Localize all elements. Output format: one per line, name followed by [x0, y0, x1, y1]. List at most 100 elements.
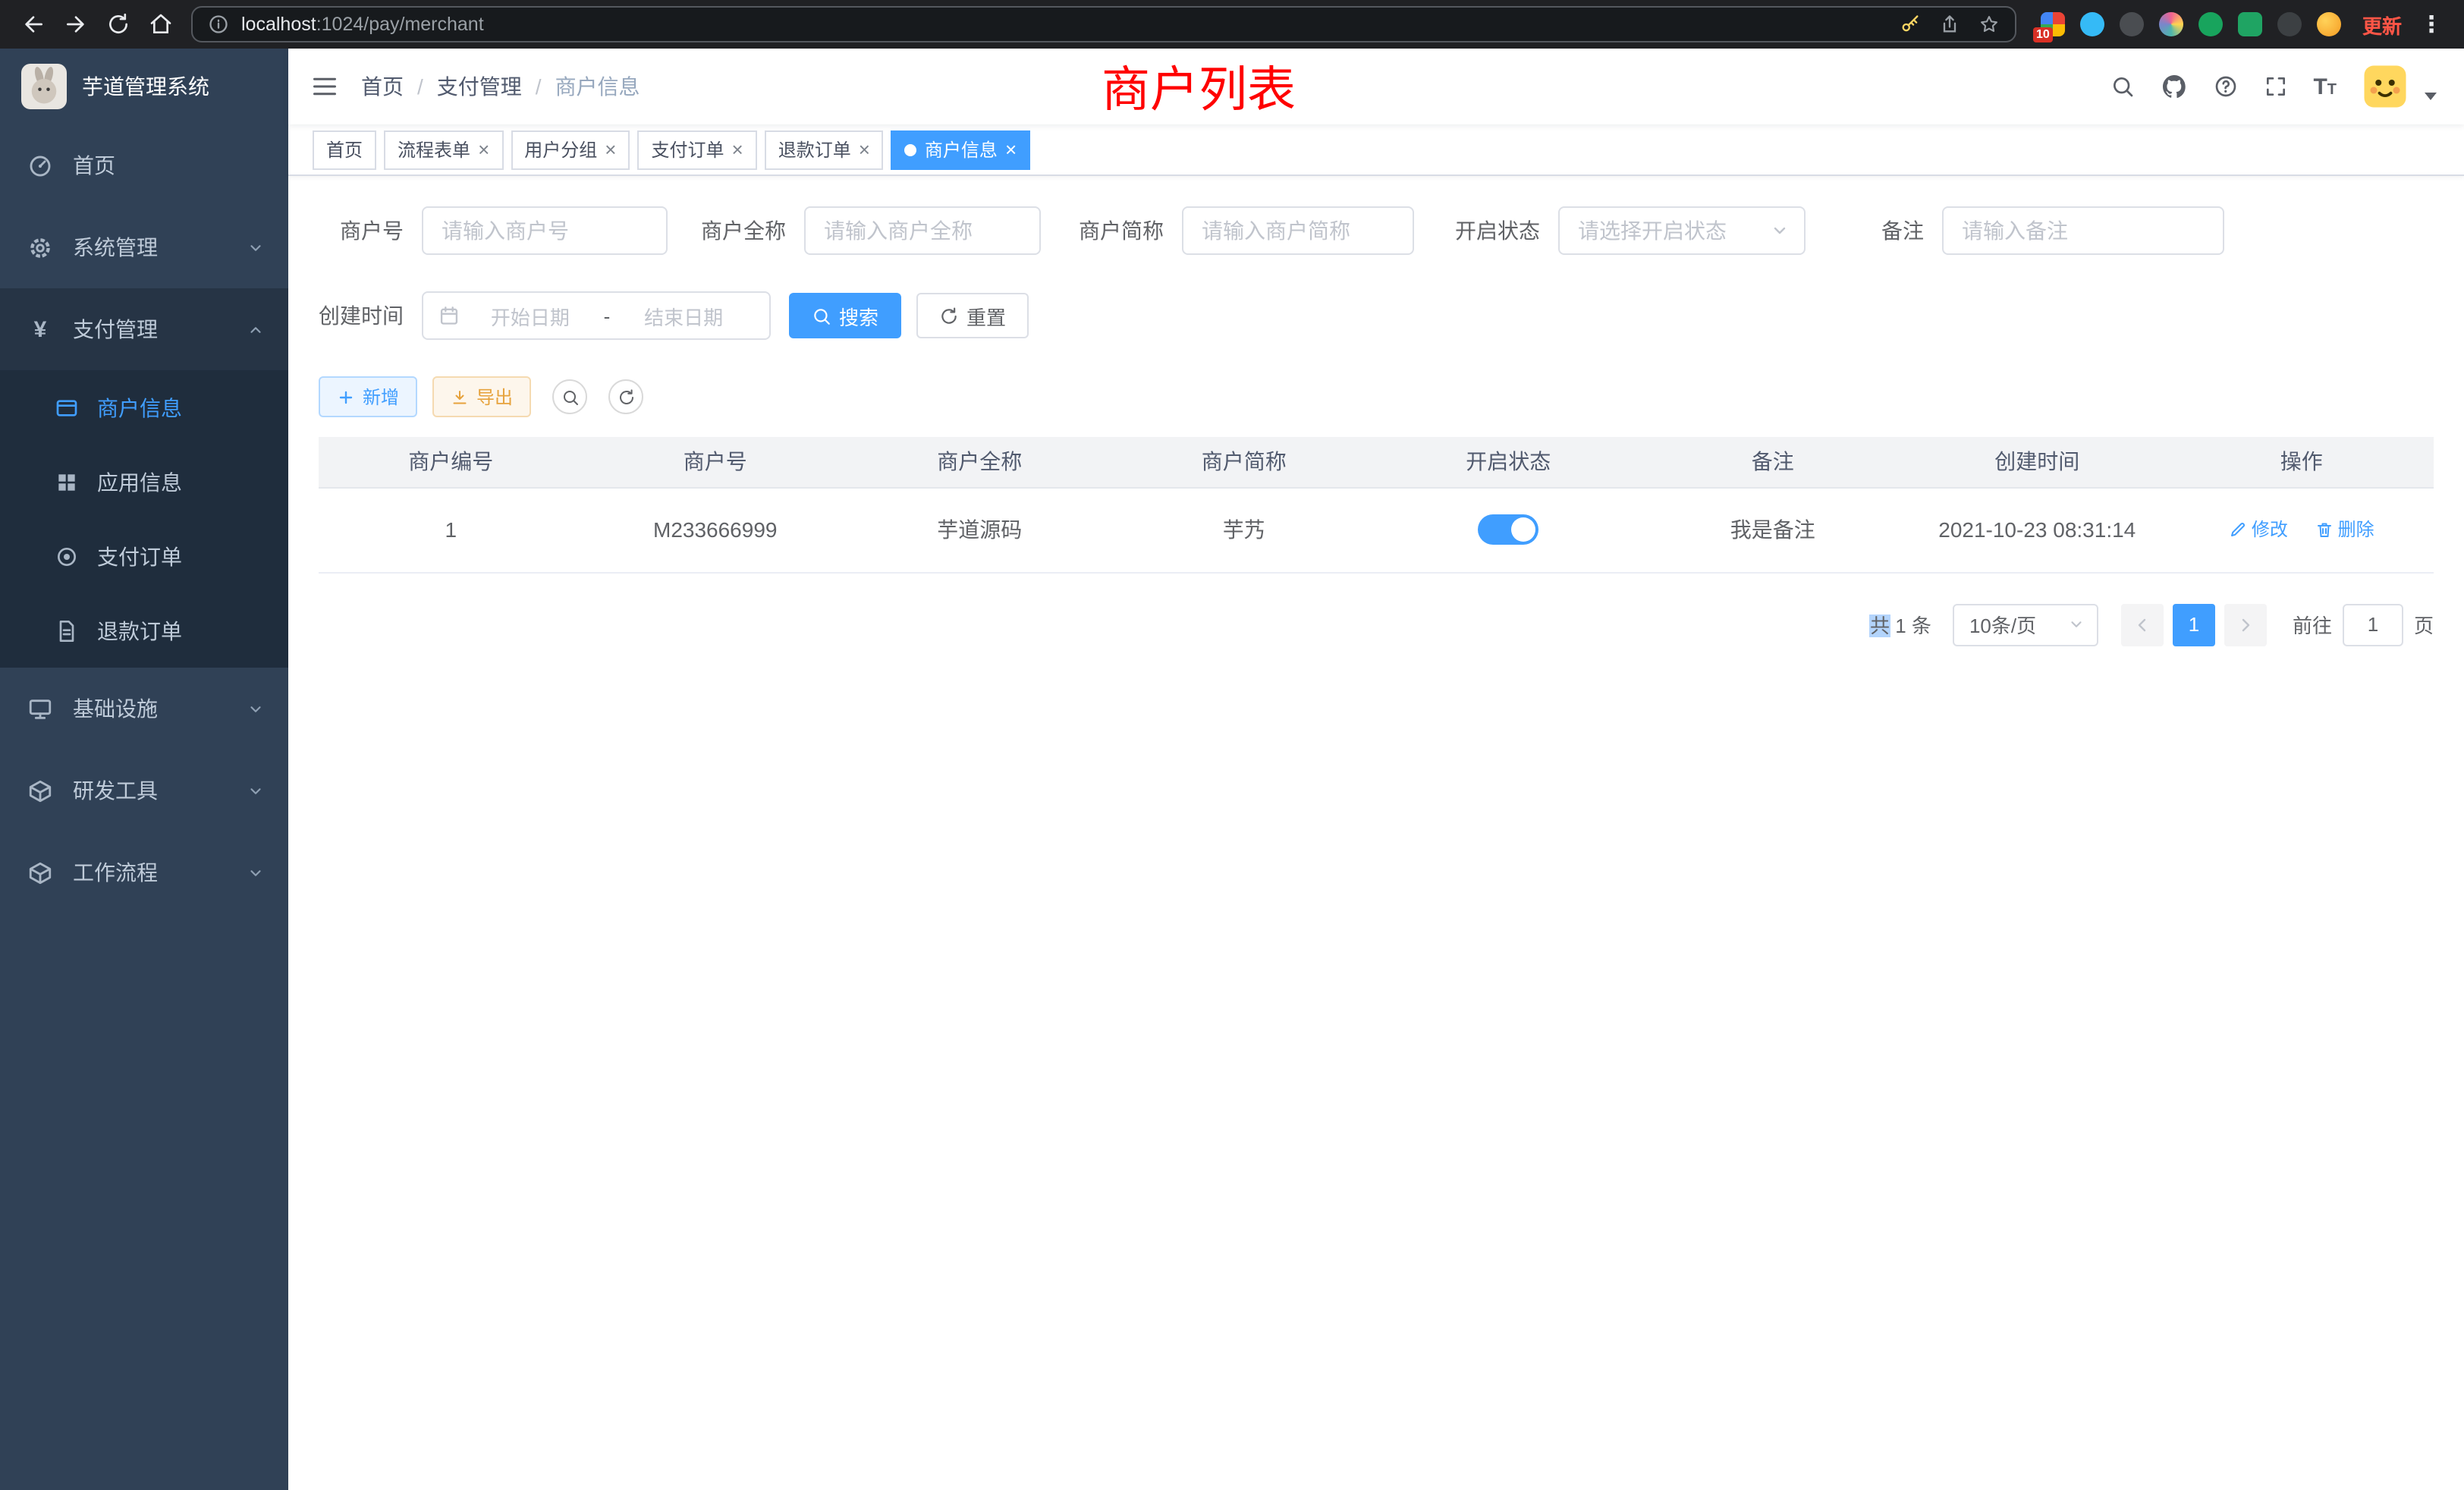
end-date-placeholder: 结束日期 — [613, 301, 754, 330]
tab-label: 商户信息 — [925, 137, 998, 162]
extension-rainbow-icon[interactable] — [2159, 12, 2183, 36]
goto-page-input[interactable] — [2343, 603, 2403, 646]
extension-dark-icon[interactable] — [2120, 12, 2144, 36]
extension-colorful-icon[interactable]: 10 — [2041, 12, 2065, 36]
user-avatar[interactable] — [2362, 64, 2408, 109]
browser-menu-icon[interactable]: ⋮ — [2414, 11, 2449, 38]
sidebar-item-label: 工作流程 — [73, 857, 158, 888]
site-info-icon[interactable] — [208, 14, 229, 35]
sidebar-item-pay-order[interactable]: 支付订单 — [0, 519, 288, 593]
extension-emoji-icon[interactable] — [2317, 12, 2341, 36]
browser-forward-button[interactable] — [58, 6, 94, 42]
sidebar-item-payment[interactable]: ¥ 支付管理 — [0, 288, 288, 370]
refresh-table-button[interactable] — [608, 379, 643, 414]
page-size-select[interactable]: 10条/页 — [1953, 603, 2098, 646]
tab-close-icon[interactable]: × — [478, 140, 489, 159]
chevron-down-icon — [247, 864, 264, 881]
sidebar-item-workflow[interactable]: 工作流程 — [0, 831, 288, 913]
tab-close-icon[interactable]: × — [732, 140, 743, 159]
browser-home-button[interactable] — [143, 6, 179, 42]
remark-input[interactable] — [1942, 206, 2224, 255]
status-select-placeholder: 请选择开启状态 — [1578, 215, 1727, 246]
bookmark-star-icon[interactable] — [1978, 14, 2000, 35]
address-bar[interactable]: localhost:1024/pay/merchant — [191, 6, 2016, 42]
extension-green-circle-icon[interactable] — [2198, 12, 2223, 36]
sidebar-item-refund-order[interactable]: 退款订单 — [0, 593, 288, 668]
screen: localhost:1024/pay/merchant 10 更新 ⋮ — [0, 0, 2464, 1490]
browser-update-button[interactable]: 更新 — [2362, 10, 2402, 39]
tab-merchant-info[interactable]: 商户信息 × — [891, 130, 1030, 169]
reset-button[interactable]: 重置 — [916, 293, 1029, 338]
edit-button[interactable]: 修改 — [2229, 517, 2288, 542]
payment-submenu: 商户信息 应用信息 支付订单 退款订单 — [0, 370, 288, 668]
table-toolbar: 新增 导出 — [319, 376, 2434, 417]
start-date-placeholder: 开始日期 — [460, 301, 601, 330]
current-page-button[interactable]: 1 — [2173, 603, 2215, 646]
table-header-row: 商户编号 商户号 商户全称 商户简称 开启状态 备注 创建时间 操作 — [319, 437, 2434, 487]
sidebar-item-home[interactable]: 首页 — [0, 124, 288, 206]
breadcrumb-home[interactable]: 首页 — [361, 71, 404, 102]
export-button[interactable]: 导出 — [432, 376, 531, 417]
toggle-search-button[interactable] — [552, 379, 587, 414]
header-search-icon[interactable] — [2110, 74, 2134, 99]
tab-close-icon[interactable]: × — [605, 140, 616, 159]
col-created-at: 创建时间 — [1905, 437, 2170, 487]
next-page-button[interactable] — [2224, 603, 2267, 646]
tab-close-icon[interactable]: × — [1005, 140, 1017, 159]
sidebar-item-label: 首页 — [73, 150, 115, 181]
sidebar-collapse-button[interactable] — [288, 73, 361, 100]
status-select[interactable]: 请选择开启状态 — [1558, 206, 1806, 255]
breadcrumb: 首页 / 支付管理 / 商户信息 — [361, 71, 640, 102]
breadcrumb-payment[interactable]: 支付管理 — [437, 71, 522, 102]
chevron-up-icon — [247, 321, 264, 338]
status-toggle[interactable] — [1478, 514, 1538, 545]
table-row: 1 M233666999 芋道源码 芋艿 我是备注 2021-10-23 08:… — [319, 487, 2434, 572]
sidebar-item-dev-tools[interactable]: 研发工具 — [0, 750, 288, 831]
tab-process-form[interactable]: 流程表单× — [384, 130, 503, 169]
font-size-icon[interactable]: TT — [2313, 75, 2337, 98]
sidebar-item-merchant-info[interactable]: 商户信息 — [0, 370, 288, 445]
add-button[interactable]: 新增 — [319, 376, 417, 417]
extension-blue-icon[interactable] — [2080, 12, 2104, 36]
tab-pay-order[interactable]: 支付订单× — [637, 130, 756, 169]
merchant-no-input[interactable] — [422, 206, 668, 255]
browser-back-button[interactable] — [15, 6, 52, 42]
tab-user-group[interactable]: 用户分组× — [511, 130, 630, 169]
extension-green-square-icon[interactable] — [2238, 12, 2262, 36]
full-name-input[interactable] — [804, 206, 1041, 255]
extension-knot-icon[interactable] — [2277, 12, 2302, 36]
tab-home[interactable]: 首页 — [313, 130, 376, 169]
cell-merchant-id: 1 — [319, 487, 583, 572]
remark-label: 备注 — [1881, 215, 1942, 246]
search-button[interactable]: 搜索 — [789, 293, 901, 338]
app-logo[interactable]: 芋道管理系统 — [0, 49, 288, 124]
sidebar-item-label: 系统管理 — [73, 232, 158, 262]
short-name-input[interactable] — [1182, 206, 1414, 255]
browser-reload-button[interactable] — [100, 6, 137, 42]
help-question-icon[interactable] — [2213, 74, 2237, 99]
fullscreen-icon[interactable] — [2263, 74, 2287, 99]
url-text: localhost:1024/pay/merchant — [241, 14, 484, 35]
share-icon[interactable] — [1939, 14, 1960, 35]
active-tab-dot — [905, 143, 917, 156]
sidebar-item-system[interactable]: 系统管理 — [0, 206, 288, 288]
password-key-icon[interactable] — [1900, 14, 1921, 35]
browser-chrome: localhost:1024/pay/merchant 10 更新 ⋮ — [0, 0, 2464, 49]
create-time-range-picker[interactable]: 开始日期 - 结束日期 — [422, 291, 771, 340]
sidebar-item-infrastructure[interactable]: 基础设施 — [0, 668, 288, 750]
search-form-row-1: 商户号 商户全称 商户简称 开启状态 请选择开启状态 备注 — [319, 206, 2434, 255]
goto-unit: 页 — [2414, 610, 2434, 639]
tab-close-icon[interactable]: × — [859, 140, 870, 159]
col-merchant-id: 商户编号 — [319, 437, 583, 487]
pagination-total-rest: 1 条 — [1895, 615, 1931, 637]
chevron-down-icon — [1771, 222, 1789, 240]
chevron-down-icon — [2068, 616, 2085, 633]
tab-refund-order[interactable]: 退款订单× — [765, 130, 884, 169]
delete-button[interactable]: 删除 — [2315, 517, 2374, 542]
prev-page-button[interactable] — [2121, 603, 2164, 646]
chevron-down-icon — [247, 700, 264, 717]
user-dropdown-caret-icon[interactable] — [2425, 92, 2437, 99]
sidebar-item-label: 应用信息 — [97, 467, 182, 497]
sidebar-item-app-info[interactable]: 应用信息 — [0, 445, 288, 519]
github-icon[interactable] — [2160, 73, 2187, 100]
